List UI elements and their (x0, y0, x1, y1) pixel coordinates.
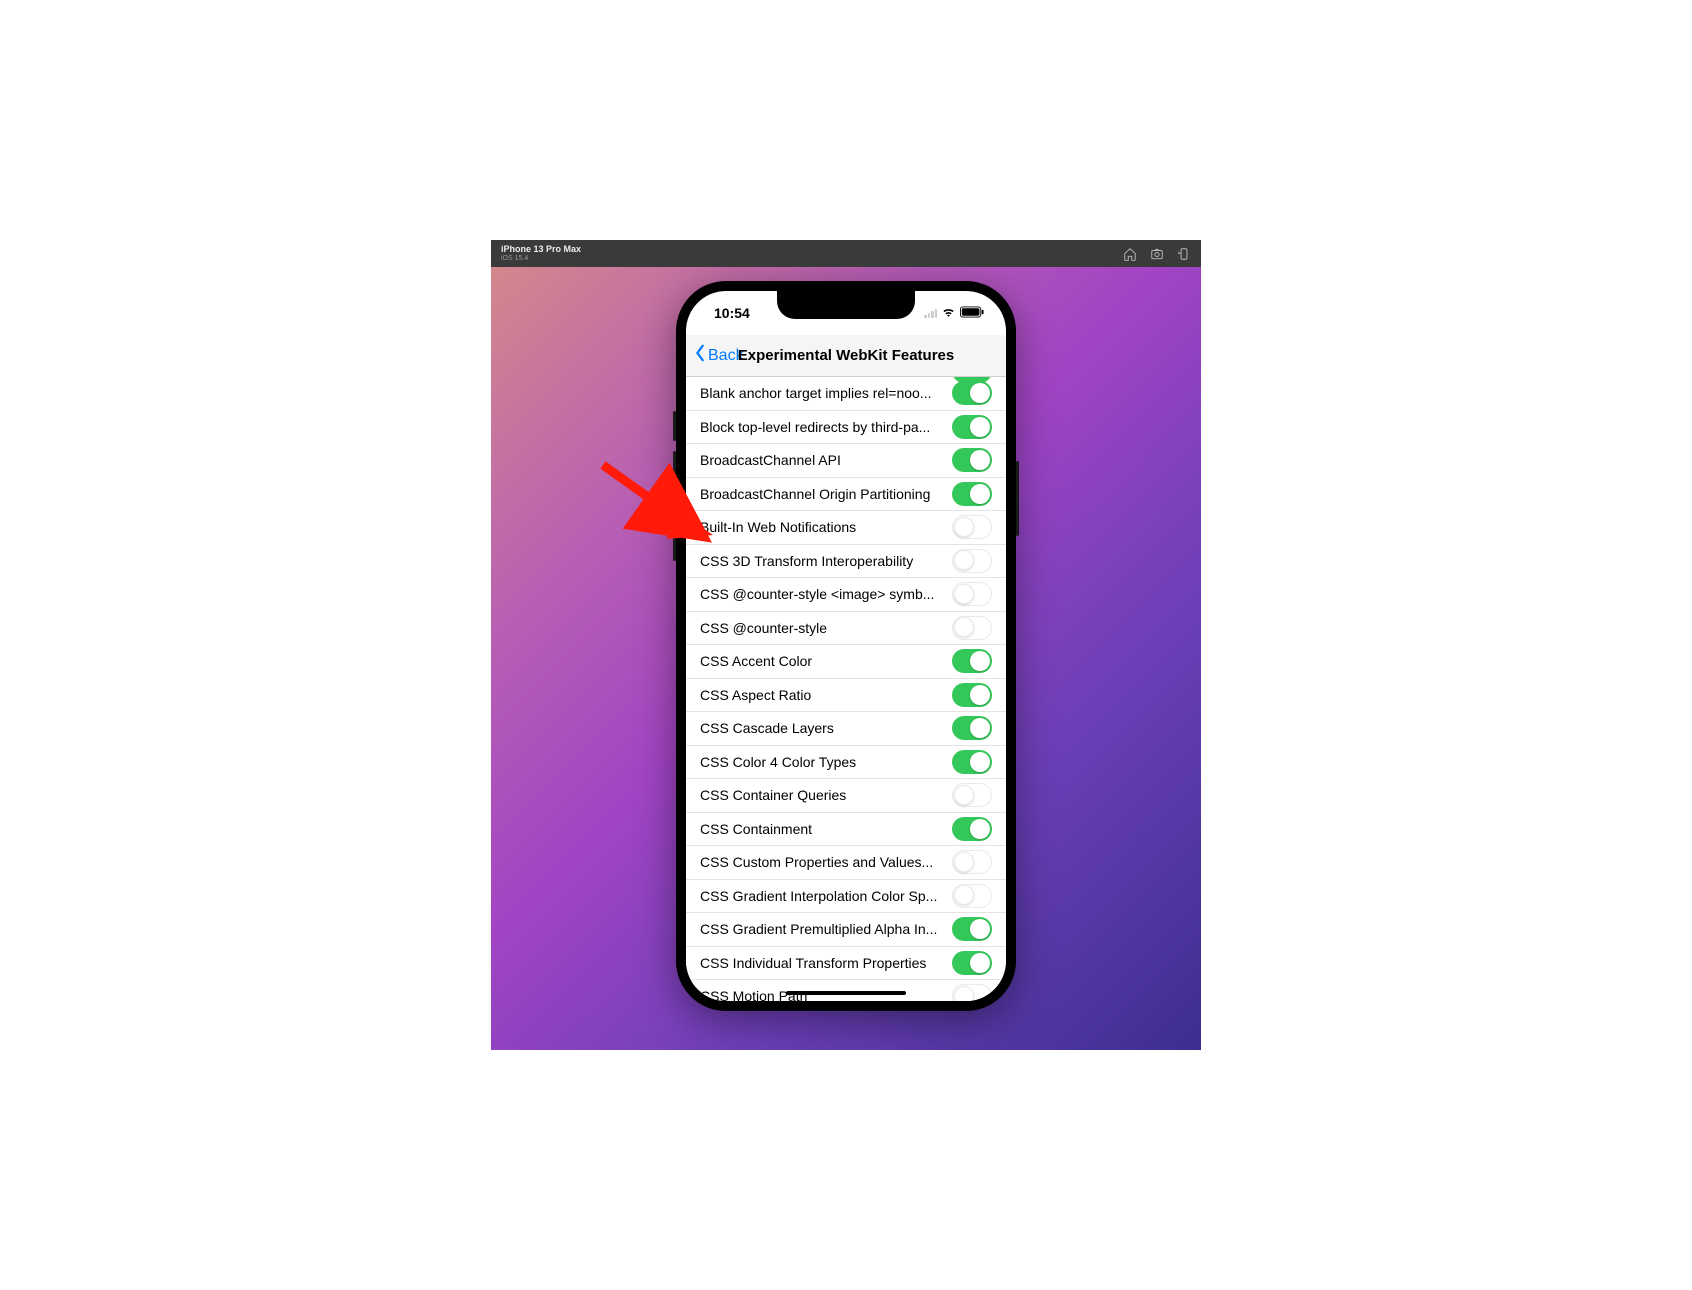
wifi-icon (941, 304, 956, 322)
screenshot-icon[interactable] (1149, 246, 1164, 261)
feature-row: CSS Cascade Layers (686, 712, 1006, 746)
simulator-titlebar: iPhone 13 Pro Max iOS 15.4 (491, 240, 1201, 267)
feature-label: CSS Containment (700, 821, 952, 837)
feature-toggle[interactable] (952, 381, 992, 405)
feature-label: BroadcastChannel API (700, 452, 952, 468)
feature-row: CSS Color 4 Color Types (686, 746, 1006, 780)
feature-toggle[interactable] (952, 683, 992, 707)
home-indicator[interactable] (786, 991, 906, 995)
power-button[interactable] (1016, 461, 1019, 536)
status-time: 10:54 (714, 305, 750, 321)
feature-row: CSS Gradient Interpolation Color Sp... (686, 880, 1006, 914)
feature-toggle[interactable] (952, 482, 992, 506)
battery-icon (960, 305, 984, 321)
feature-row: Built-In Web Notifications (686, 511, 1006, 545)
feature-label: CSS 3D Transform Interoperability (700, 553, 952, 569)
feature-toggle[interactable] (952, 884, 992, 908)
simulator-window: iPhone 13 Pro Max iOS 15.4 (491, 240, 1201, 1050)
feature-label: CSS Custom Properties and Values... (700, 854, 952, 870)
feature-row: CSS Container Queries (686, 779, 1006, 813)
feature-label: CSS Aspect Ratio (700, 687, 952, 703)
nav-bar: Back Experimental WebKit Features (686, 335, 1006, 377)
feature-label: CSS Container Queries (700, 787, 952, 803)
feature-toggle[interactable] (952, 448, 992, 472)
rotate-icon[interactable] (1176, 246, 1191, 261)
feature-row: CSS Containment (686, 813, 1006, 847)
feature-label: BroadcastChannel Origin Partitioning (700, 486, 952, 502)
feature-toggle[interactable] (952, 917, 992, 941)
phone-screen: 10:54 (686, 291, 1006, 1001)
feature-label: CSS Cascade Layers (700, 720, 952, 736)
feature-label: CSS Accent Color (700, 653, 952, 669)
feature-label: Built-In Web Notifications (700, 519, 952, 535)
features-list[interactable]: Blank anchor target implies rel=noo... Bl… (686, 377, 1006, 1001)
feature-toggle[interactable] (952, 951, 992, 975)
back-button[interactable]: Back (694, 344, 744, 367)
page-title: Experimental WebKit Features (738, 347, 954, 364)
feature-toggle[interactable] (952, 817, 992, 841)
feature-row: CSS @counter-style <image> symb... (686, 578, 1006, 612)
feature-row: CSS @counter-style (686, 612, 1006, 646)
volume-down-button[interactable] (673, 511, 676, 561)
mute-switch[interactable] (673, 411, 676, 441)
device-name: iPhone 13 Pro Max (501, 245, 581, 254)
phone-frame: 10:54 (676, 281, 1016, 1011)
feature-toggle[interactable] (952, 549, 992, 573)
feature-toggle[interactable] (952, 415, 992, 439)
feature-toggle[interactable] (952, 716, 992, 740)
feature-row: CSS Aspect Ratio (686, 679, 1006, 713)
home-icon[interactable] (1122, 246, 1137, 261)
feature-label: CSS Color 4 Color Types (700, 754, 952, 770)
simulator-viewport: 10:54 (491, 267, 1201, 1050)
feature-toggle[interactable] (952, 649, 992, 673)
feature-toggle[interactable] (952, 750, 992, 774)
feature-toggle[interactable] (952, 616, 992, 640)
feature-label: CSS Gradient Premultiplied Alpha In... (700, 921, 952, 937)
feature-toggle[interactable] (952, 515, 992, 539)
titlebar-device-info: iPhone 13 Pro Max iOS 15.4 (501, 245, 581, 262)
feature-label: CSS @counter-style (700, 620, 952, 636)
feature-label: CSS Gradient Interpolation Color Sp... (700, 888, 952, 904)
feature-row: Block top-level redirects by third-pa... (686, 411, 1006, 445)
feature-toggle[interactable] (952, 783, 992, 807)
volume-up-button[interactable] (673, 451, 676, 501)
feature-row: BroadcastChannel Origin Partitioning (686, 478, 1006, 512)
feature-row: CSS Gradient Premultiplied Alpha In... (686, 913, 1006, 947)
chevron-left-icon (694, 344, 706, 367)
phone-notch (777, 291, 915, 319)
feature-label: Blank anchor target implies rel=noo... (700, 385, 952, 401)
feature-row: CSS 3D Transform Interoperability (686, 545, 1006, 579)
titlebar-actions (1122, 246, 1191, 261)
feature-row: CSS Individual Transform Properties (686, 947, 1006, 981)
feature-row: Blank anchor target implies rel=noo... (686, 377, 1006, 411)
feature-label: Block top-level redirects by third-pa... (700, 419, 952, 435)
cellular-icon (924, 309, 937, 318)
feature-toggle[interactable] (952, 582, 992, 606)
feature-row: BroadcastChannel API (686, 444, 1006, 478)
feature-toggle[interactable] (952, 850, 992, 874)
os-version: iOS 15.4 (501, 255, 581, 262)
feature-row: CSS Accent Color (686, 645, 1006, 679)
feature-row: CSS Custom Properties and Values... (686, 846, 1006, 880)
feature-label: CSS @counter-style <image> symb... (700, 586, 952, 602)
feature-label: CSS Individual Transform Properties (700, 955, 952, 971)
feature-toggle[interactable] (952, 984, 992, 1001)
